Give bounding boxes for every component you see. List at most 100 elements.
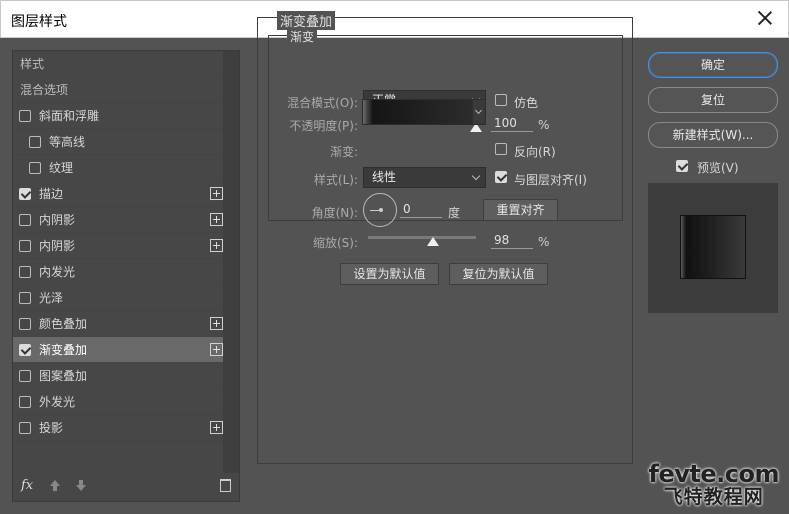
style-checkbox[interactable] <box>19 109 31 122</box>
style-value: 线性 <box>372 170 397 184</box>
styles-list-panel: 样式 混合选项 斜面和浮雕 等高线 纹理 描边 内阴影 内阴影 内发光 光泽 颜色叠加 渐变叠加 图案叠… <box>12 50 240 502</box>
style-checkbox[interactable] <box>19 343 31 356</box>
style-item-inner-glow[interactable]: 内发光 <box>13 259 223 285</box>
style-item-label: 样式 <box>20 57 45 71</box>
angle-unit: 度 <box>448 206 461 220</box>
angle-dial[interactable] <box>363 193 397 227</box>
reverse-checkbox[interactable] <box>495 143 507 155</box>
scale-slider-track[interactable] <box>368 236 476 239</box>
add-effect-icon[interactable] <box>210 317 223 330</box>
style-item-label: 光泽 <box>39 291 64 305</box>
style-item-label: 等高线 <box>49 135 86 149</box>
scale-unit: % <box>538 235 550 249</box>
preview-thumbnail <box>680 215 746 279</box>
watermark-domain: fevte.com <box>648 460 780 488</box>
opacity-unit: % <box>538 118 550 132</box>
preview-checkbox[interactable] <box>676 160 688 172</box>
watermark-site-name: 飞特教程网 <box>663 486 764 508</box>
gradient-label: 渐变: <box>329 145 358 159</box>
style-item-label: 混合选项 <box>20 83 69 97</box>
style-checkbox[interactable] <box>19 291 31 304</box>
reverse-label: 反向(R) <box>514 145 556 159</box>
style-preview <box>648 183 778 313</box>
style-item-style-header[interactable]: 样式 <box>13 51 223 77</box>
style-item-label: 投影 <box>39 421 64 435</box>
gradient-picker-button[interactable] <box>472 99 486 125</box>
dither-label: 仿色 <box>514 96 539 110</box>
reset-align-button[interactable]: 重置对齐 <box>483 199 558 221</box>
style-checkbox[interactable] <box>29 161 41 174</box>
gradient-swatch[interactable] <box>362 99 472 125</box>
watermark: fevte.com 飞特教程网 <box>648 460 780 508</box>
style-item-texture[interactable]: 纹理 <box>13 155 223 181</box>
angle-center-dot <box>379 208 383 212</box>
style-checkbox[interactable] <box>19 369 31 382</box>
align-checkbox[interactable] <box>495 171 507 183</box>
angle-label: 角度(N): <box>311 206 358 220</box>
style-item-inner-shadow-2[interactable]: 内阴影 <box>13 233 223 259</box>
style-checkbox[interactable] <box>19 187 31 200</box>
scale-label: 缩放(S): <box>312 236 358 250</box>
move-down-icon[interactable] <box>75 480 87 492</box>
style-item-drop-shadow[interactable]: 投影 <box>13 415 223 441</box>
move-up-icon[interactable] <box>49 480 61 492</box>
chevron-down-icon <box>474 106 483 115</box>
opacity-input[interactable]: 100 <box>491 116 533 132</box>
style-label: 样式(L): <box>313 173 358 187</box>
style-item-label: 渐变叠加 <box>39 343 88 357</box>
preview-label: 预览(V) <box>697 161 739 175</box>
style-item-label: 斜面和浮雕 <box>39 109 100 123</box>
style-item-inner-shadow[interactable]: 内阴影 <box>13 207 223 233</box>
styles-scrollbar[interactable] <box>223 51 239 474</box>
style-item-label: 内阴影 <box>39 239 76 253</box>
set-default-button[interactable]: 设置为默认值 <box>340 263 439 285</box>
style-item-label: 外发光 <box>39 395 76 409</box>
style-item-label: 颜色叠加 <box>39 317 88 331</box>
style-checkbox[interactable] <box>19 395 31 408</box>
style-item-satin[interactable]: 光泽 <box>13 285 223 311</box>
add-effect-icon[interactable] <box>210 421 223 434</box>
scale-input[interactable]: 98 <box>491 233 533 249</box>
style-item-label: 纹理 <box>49 161 74 175</box>
style-item-label: 内发光 <box>39 265 76 279</box>
reset-default-button[interactable]: 复位为默认值 <box>449 263 548 285</box>
dither-checkbox[interactable] <box>495 94 507 106</box>
style-item-color-overlay[interactable]: 颜色叠加 <box>13 311 223 337</box>
add-effect-icon[interactable] <box>210 187 223 200</box>
add-effect-icon[interactable] <box>210 239 223 252</box>
opacity-label: 不透明度(P): <box>289 119 358 133</box>
style-checkbox[interactable] <box>29 135 41 148</box>
style-item-outer-glow[interactable]: 外发光 <box>13 389 223 415</box>
chevron-down-icon <box>471 171 481 181</box>
add-effect-icon[interactable] <box>210 213 223 226</box>
style-checkbox[interactable] <box>19 421 31 434</box>
style-checkbox[interactable] <box>19 265 31 278</box>
style-item-label: 内阴影 <box>39 213 76 227</box>
ok-button[interactable]: 确定 <box>648 52 778 78</box>
styles-footer: fx <box>13 473 239 501</box>
add-effect-icon[interactable] <box>210 343 223 356</box>
style-item-label: 描边 <box>39 187 64 201</box>
style-item-bevel-emboss[interactable]: 斜面和浮雕 <box>13 103 223 129</box>
style-select[interactable]: 线性 <box>363 167 486 188</box>
style-item-label: 图案叠加 <box>39 369 88 383</box>
sub-panel-title: 渐变 <box>287 28 318 45</box>
style-checkbox[interactable] <box>19 213 31 226</box>
style-item-gradient-overlay[interactable]: 渐变叠加 <box>13 337 223 363</box>
style-item-stroke[interactable]: 描边 <box>13 181 223 207</box>
style-item-contour[interactable]: 等高线 <box>13 129 223 155</box>
angle-input[interactable]: 0 <box>400 202 442 218</box>
close-icon[interactable] <box>756 9 774 27</box>
align-label: 与图层对齐(I) <box>514 173 587 187</box>
style-item-pattern-overlay[interactable]: 图案叠加 <box>13 363 223 389</box>
scale-slider-thumb[interactable] <box>426 237 439 246</box>
style-checkbox[interactable] <box>19 317 31 330</box>
blend-mode-label: 混合模式(O): <box>287 96 358 110</box>
fx-menu-button[interactable]: fx <box>21 478 33 493</box>
new-style-button[interactable]: 新建样式(W)... <box>648 122 778 148</box>
dialog-title: 图层样式 <box>11 14 67 30</box>
trash-icon[interactable] <box>220 479 231 492</box>
style-item-blending-options[interactable]: 混合选项 <box>13 77 223 103</box>
style-checkbox[interactable] <box>19 239 31 252</box>
reset-button[interactable]: 复位 <box>648 87 778 113</box>
